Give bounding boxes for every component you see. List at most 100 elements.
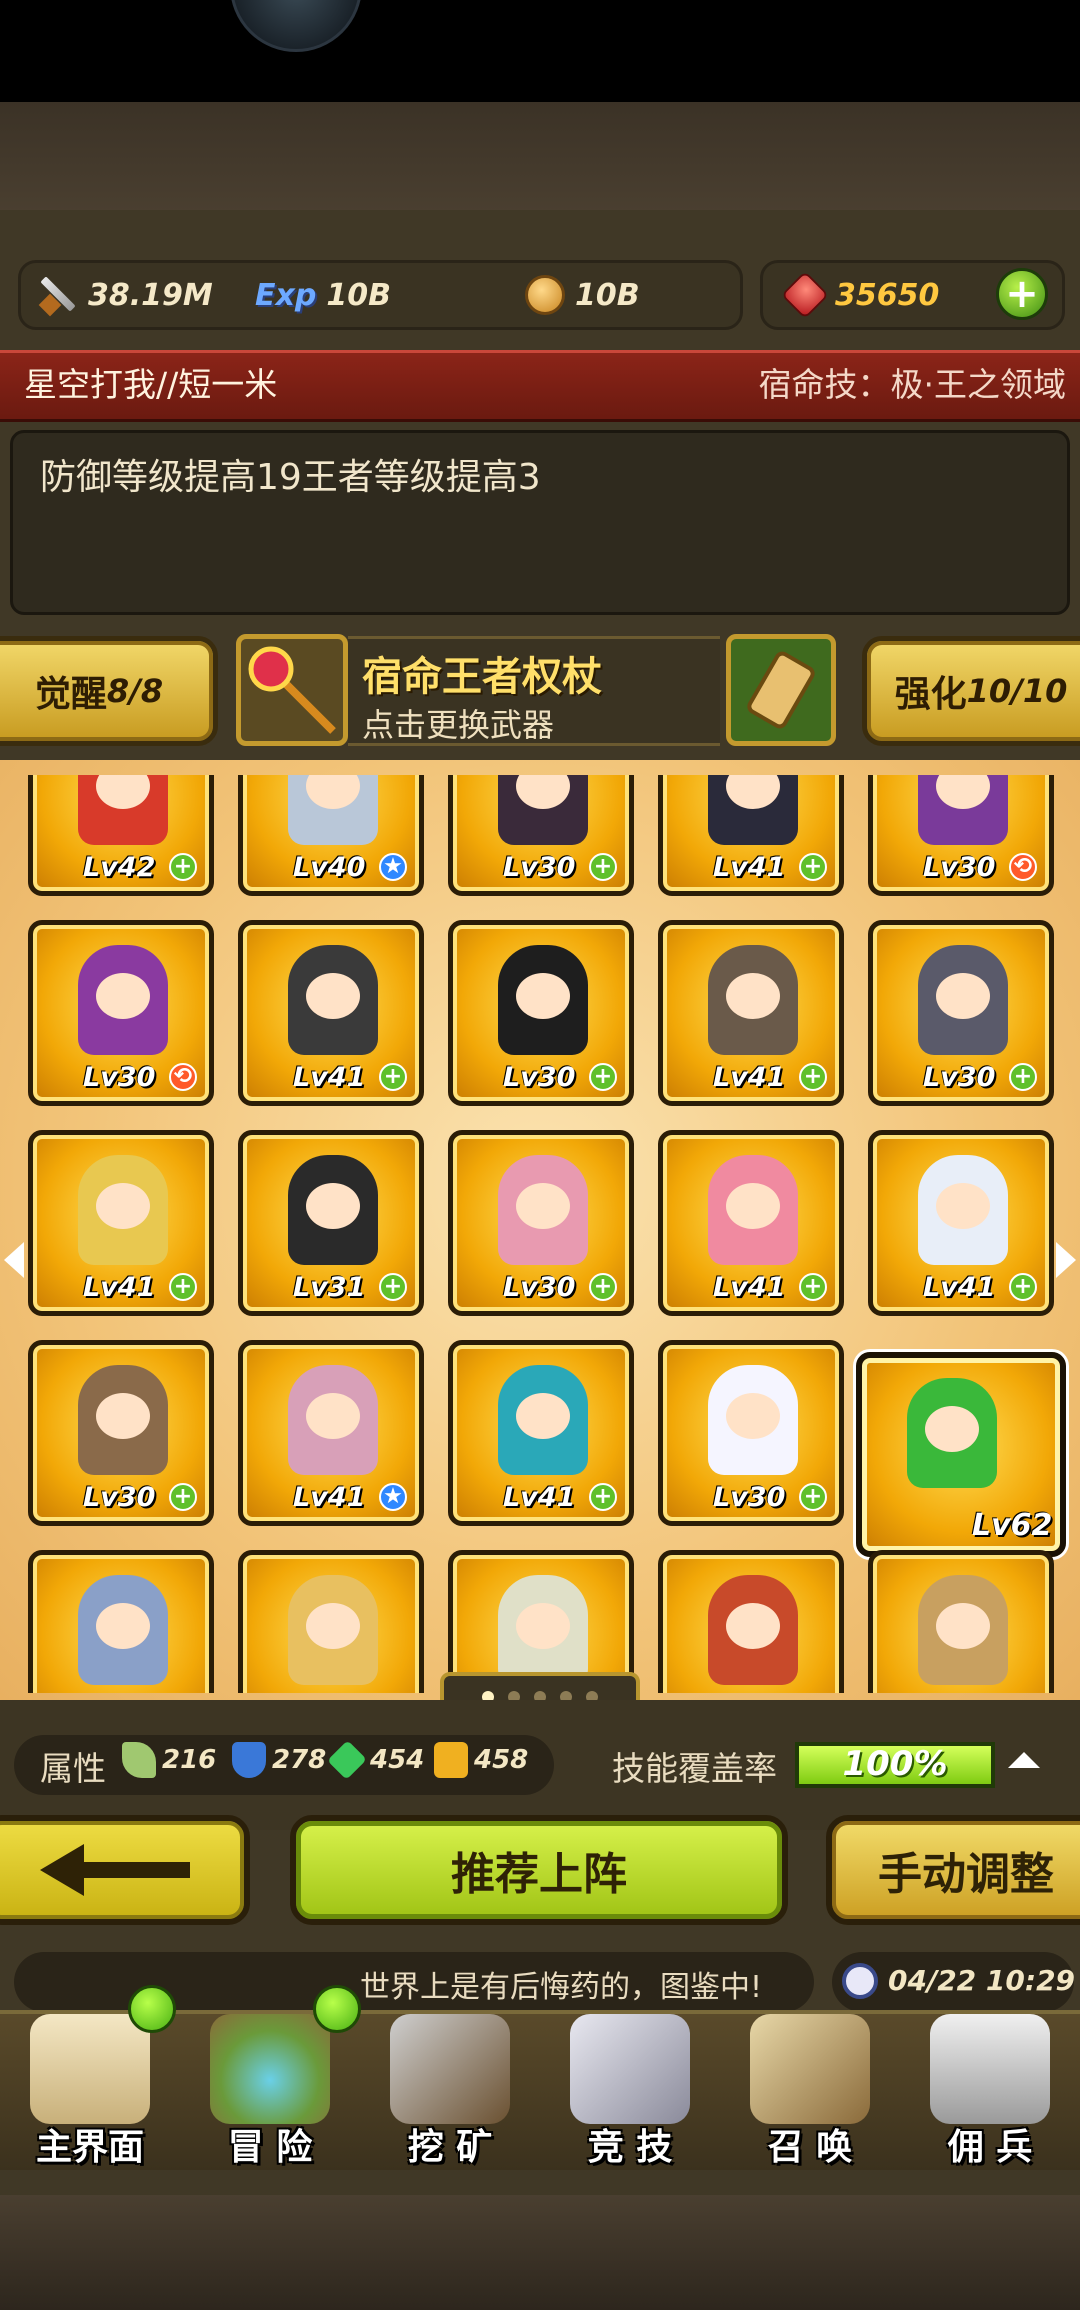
emerald-icon [327, 1740, 367, 1780]
pickaxe-icon [390, 2014, 510, 2124]
skill-scroll-slot[interactable] [726, 634, 836, 746]
hero-card[interactable]: Lv30 + [658, 1340, 844, 1526]
upgrade-badge-icon: + [169, 853, 197, 881]
power-stat: 38.19M [38, 263, 213, 327]
hero-card[interactable]: Lv30 + [448, 775, 634, 896]
hero-card[interactable]: Lv30 + [448, 1130, 634, 1316]
hero-level: Lv40 [293, 852, 366, 883]
exp-value: 10B [326, 277, 391, 313]
skill-coverage-value: 100% [842, 1744, 948, 1784]
hero-card[interactable]: Lv41 + [658, 920, 844, 1106]
gem-stat: 35650 [780, 263, 940, 327]
upgrade-badge-icon: + [1009, 1273, 1037, 1301]
hero-portrait [498, 945, 588, 1055]
hero-portrait [907, 1378, 997, 1488]
gold-value: 10B [575, 277, 640, 313]
nav-item[interactable]: 竞 技 [540, 2010, 720, 2180]
map-background-bottom [0, 2195, 1080, 2310]
awaken-button[interactable]: 觉醒 8/8 [0, 636, 218, 746]
nav-item[interactable]: 佣 兵 [900, 2010, 1080, 2180]
scepter-icon [248, 646, 336, 734]
hero-card[interactable] [658, 1550, 844, 1693]
prev-page-arrow[interactable] [4, 1242, 24, 1278]
clock-icon [842, 1963, 878, 1999]
upgrade-badge-icon: + [799, 1063, 827, 1091]
hero-card[interactable]: Lv30 ⟲ [868, 775, 1054, 896]
next-page-arrow[interactable] [1056, 1242, 1076, 1278]
hero-portrait [78, 775, 168, 845]
hero-level: Lv41 [713, 1062, 786, 1093]
hero-card[interactable]: Lv41 + [868, 1130, 1054, 1316]
hero-portrait [708, 1575, 798, 1685]
attr-defense-value: 278 [272, 1745, 327, 1775]
notification-dot [128, 1985, 176, 2033]
hero-card[interactable]: Lv41 + [658, 1130, 844, 1316]
upgrade-badge-icon: + [589, 1483, 617, 1511]
hero-portrait [498, 775, 588, 845]
hero-card[interactable]: Lv42 + [28, 775, 214, 896]
hero-card[interactable]: Lv30 + [868, 920, 1054, 1106]
hero-card[interactable]: Lv62 [856, 1352, 1066, 1557]
exp-stat: Exp 10B [255, 263, 391, 327]
hero-portrait [708, 1155, 798, 1265]
back-button[interactable] [0, 1815, 250, 1925]
hero-card[interactable]: Lv41 + [28, 1130, 214, 1316]
weapon-hint: 点击更换武器 [362, 706, 555, 744]
hero-card[interactable]: Lv31 + [238, 1130, 424, 1316]
attr-crown: 458 [434, 1742, 528, 1778]
coin-icon [525, 275, 565, 315]
skill-coverage-label: 技能覆盖率 [612, 1749, 777, 1788]
star-badge-icon: ★ [379, 1483, 407, 1511]
sword-icon [38, 275, 78, 315]
nav-item[interactable]: 冒 险 [180, 2010, 360, 2180]
hero-portrait [498, 1155, 588, 1265]
attr-defense: 278 [232, 1742, 326, 1778]
upgrade-badge-icon: + [169, 1273, 197, 1301]
power-value: 38.19M [88, 277, 213, 313]
notification-dot [313, 1985, 361, 2033]
nav-item[interactable]: 主界面 [0, 2010, 180, 2180]
upgrade-badge-icon: + [379, 1273, 407, 1301]
upgrade-badge-icon: + [799, 1483, 827, 1511]
hero-card[interactable] [868, 1550, 1054, 1693]
upgrade-badge-icon: + [169, 1483, 197, 1511]
hero-card[interactable]: Lv41 + [238, 920, 424, 1106]
manual-adjust-button[interactable]: 手动调整 [826, 1815, 1080, 1925]
hero-level: Lv30 [713, 1482, 786, 1513]
hero-card[interactable]: Lv30 ⟲ [28, 920, 214, 1106]
sword-attr-icon [122, 1742, 156, 1778]
enhance-button[interactable]: 强化 10/10 [862, 636, 1080, 746]
upgrade-badge-icon: + [589, 1273, 617, 1301]
enhance-label: 强化 [894, 674, 967, 715]
nav-label: 挖 矿 [407, 2127, 493, 2168]
hero-level: Lv41 [83, 1272, 156, 1303]
hero-card[interactable]: Lv41 + [448, 1340, 634, 1526]
add-gems-button[interactable]: + [996, 268, 1048, 320]
recommend-button[interactable]: 推荐上阵 [290, 1815, 788, 1925]
hero-card[interactable]: Lv30 + [28, 1340, 214, 1526]
nav-label: 召 唤 [767, 2127, 853, 2168]
hero-card[interactable] [28, 1550, 214, 1693]
hero-level: Lv30 [503, 852, 576, 883]
hero-level: Lv30 [503, 1272, 576, 1303]
nav-item[interactable]: 召 唤 [720, 2010, 900, 2180]
hero-card[interactable]: Lv30 + [448, 920, 634, 1106]
hero-card[interactable]: Lv41 + [658, 775, 844, 896]
nav-item[interactable]: 挖 矿 [360, 2010, 540, 2180]
gem-value: 35650 [835, 277, 940, 313]
nav-label: 冒 险 [227, 2127, 313, 2168]
hero-level: Lv30 [83, 1482, 156, 1513]
hero-card[interactable]: Lv40 ★ [238, 775, 424, 896]
expand-up-icon[interactable] [1008, 1752, 1040, 1768]
weapon-slot[interactable] [236, 634, 348, 746]
hero-card[interactable]: Lv41 ★ [238, 1340, 424, 1526]
hero-card[interactable] [238, 1550, 424, 1693]
awaken-label: 觉醒 [34, 674, 107, 715]
awaken-value: 8/8 [106, 672, 164, 710]
exp-icon: Exp [255, 277, 317, 313]
hero-portrait [78, 1155, 168, 1265]
fate-skill[interactable]: 宿命技：极·王之领域 [759, 358, 1067, 406]
attr-gem: 454 [327, 1740, 424, 1780]
swap-badge-icon: ⟲ [1009, 853, 1037, 881]
map-background [0, 102, 1080, 212]
